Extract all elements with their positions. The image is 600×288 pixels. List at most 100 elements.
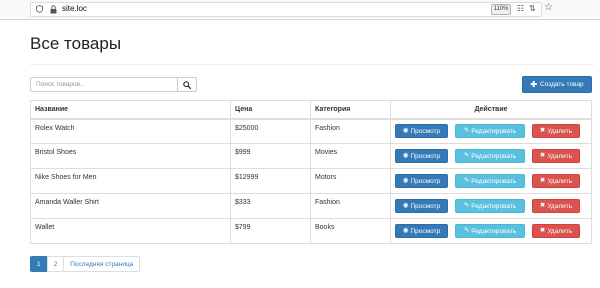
cell-category: Fashion [310,118,391,144]
translate-icon[interactable]: ☷ [517,4,524,13]
cell-name: Amanda Waller Shirt [30,193,231,219]
cell-category: Motors [310,168,391,194]
cell-name: Nike Shoes for Men [30,168,231,194]
cell-price: $333 [230,193,311,219]
cell-actions: ◉ Просмотр ✎ Редактировать ✖ Удалить [390,193,592,219]
edit-label: Редактировать [471,202,517,210]
row-actions: ◉ Просмотр ✎ Редактировать ✖ Удалить [395,199,587,213]
view-label: Просмотр [410,177,441,185]
cell-category: Movies [310,143,391,169]
last-page-link[interactable]: Последняя страница [63,256,141,272]
edit-button[interactable]: ✎ Редактировать [455,224,525,238]
table-row: Rolex Watch $25000 Fashion ◉ Просмотр ✎ … [30,118,592,144]
times-icon: ✖ [539,176,546,184]
delete-button[interactable]: ✖ Удалить [532,199,580,213]
search-button[interactable] [177,77,197,92]
header-action: Действие [390,100,592,120]
times-icon: ✖ [539,151,546,159]
cell-price: $799 [230,218,311,244]
row-actions: ◉ Просмотр ✎ Редактировать ✖ Удалить [395,174,587,188]
products-table: Название Цена Категория Действие Rolex W… [30,100,592,244]
eye-icon: ◉ [402,176,409,184]
create-product-button[interactable]: ✚ Создать товар [522,76,592,93]
row-actions: ◉ Просмотр ✎ Редактировать ✖ Удалить [395,124,587,139]
cell-actions: ◉ Просмотр ✎ Редактировать ✖ Удалить [390,143,592,169]
row-actions: ◉ Просмотр ✎ Редактировать ✖ Удалить [395,224,587,238]
view-label: Просмотр [410,152,441,160]
table-row: Nike Shoes for Men $12999 Motors ◉ Просм… [30,168,592,194]
bookmark-star-icon[interactable]: ☆ [544,3,553,13]
edit-label: Редактировать [471,152,517,160]
eye-icon: ◉ [402,226,409,234]
view-button[interactable]: ◉ Просмотр [395,174,448,188]
eye-icon: ◉ [402,201,409,209]
table-header-row: Название Цена Категория Действие [30,100,592,120]
cell-price: $12999 [230,168,311,194]
times-icon: ✖ [539,226,546,234]
cell-actions: ◉ Просмотр ✎ Редактировать ✖ Удалить [390,118,592,144]
edit-button[interactable]: ✎ Редактировать [455,174,525,188]
times-icon: ✖ [539,201,546,209]
cell-price: $25000 [230,118,311,144]
edit-icon: ✎ [463,127,470,134]
view-button[interactable]: ◉ Просмотр [395,124,448,139]
table-row: Bristol Shoes $999 Movies ◉ Просмотр ✎ Р… [30,143,592,169]
edit-icon: ✎ [463,226,470,234]
edit-button[interactable]: ✎ Редактировать [455,124,525,139]
table-row: Wallet $799 Books ◉ Просмотр ✎ Редактиро… [30,218,592,244]
search-icon [183,80,191,89]
delete-label: Удалить [547,227,573,235]
cell-name: Wallet [30,218,231,244]
eye-icon: ◉ [402,127,409,134]
page-link-2[interactable]: 2 [46,256,65,272]
search-input[interactable] [30,77,178,92]
table-row: Amanda Waller Shirt $333 Fashion ◉ Просм… [30,193,592,219]
edit-icon: ✎ [463,176,470,184]
zoom-level-badge[interactable]: 110% [491,4,511,15]
cell-name: Bristol Shoes [30,143,231,169]
edit-label: Редактировать [471,127,517,135]
view-label: Просмотр [410,127,441,135]
delete-label: Удалить [547,202,573,210]
edit-icon: ✎ [463,201,470,209]
edit-label: Редактировать [471,177,517,185]
title-divider [30,64,594,65]
lock-icon[interactable] [50,5,57,14]
view-button[interactable]: ◉ Просмотр [395,149,448,163]
cell-category: Fashion [310,193,391,219]
cell-name: Rolex Watch [30,118,231,144]
edit-label: Редактировать [471,227,517,235]
address-bar[interactable] [30,2,542,17]
edit-button[interactable]: ✎ Редактировать [455,199,525,213]
reader-icon[interactable]: ⇅ [529,4,536,13]
url-text[interactable]: site.loc [62,4,87,13]
delete-label: Удалить [547,177,573,185]
delete-button[interactable]: ✖ Удалить [532,224,580,238]
delete-label: Удалить [547,127,573,135]
view-label: Просмотр [410,202,441,210]
times-icon: ✖ [539,127,546,134]
header-name: Название [30,100,231,120]
cell-category: Books [310,218,391,244]
view-button[interactable]: ◉ Просмотр [395,199,448,213]
page-link-1[interactable]: 1 [30,256,48,272]
delete-button[interactable]: ✖ Удалить [532,124,580,139]
cell-actions: ◉ Просмотр ✎ Редактировать ✖ Удалить [390,168,592,194]
page-title: Все товары [30,34,122,53]
delete-button[interactable]: ✖ Удалить [532,149,580,163]
create-product-label: Создать товар [540,81,584,88]
shield-icon[interactable] [36,5,43,13]
plus-icon: ✚ [530,79,538,89]
row-actions: ◉ Просмотр ✎ Редактировать ✖ Удалить [395,149,587,163]
browser-toolbar: site.loc 110% ☷ ⇅ ☆ [0,0,600,20]
eye-icon: ◉ [402,151,409,159]
view-label: Просмотр [410,227,441,235]
view-button[interactable]: ◉ Просмотр [395,224,448,238]
edit-button[interactable]: ✎ Редактировать [455,149,525,163]
delete-button[interactable]: ✖ Удалить [532,174,580,188]
header-category: Категория [310,100,391,120]
cell-price: $999 [230,143,311,169]
cell-actions: ◉ Просмотр ✎ Редактировать ✖ Удалить [390,218,592,244]
pagination: 1 2 Последняя страница [30,256,141,272]
header-price: Цена [230,100,311,120]
